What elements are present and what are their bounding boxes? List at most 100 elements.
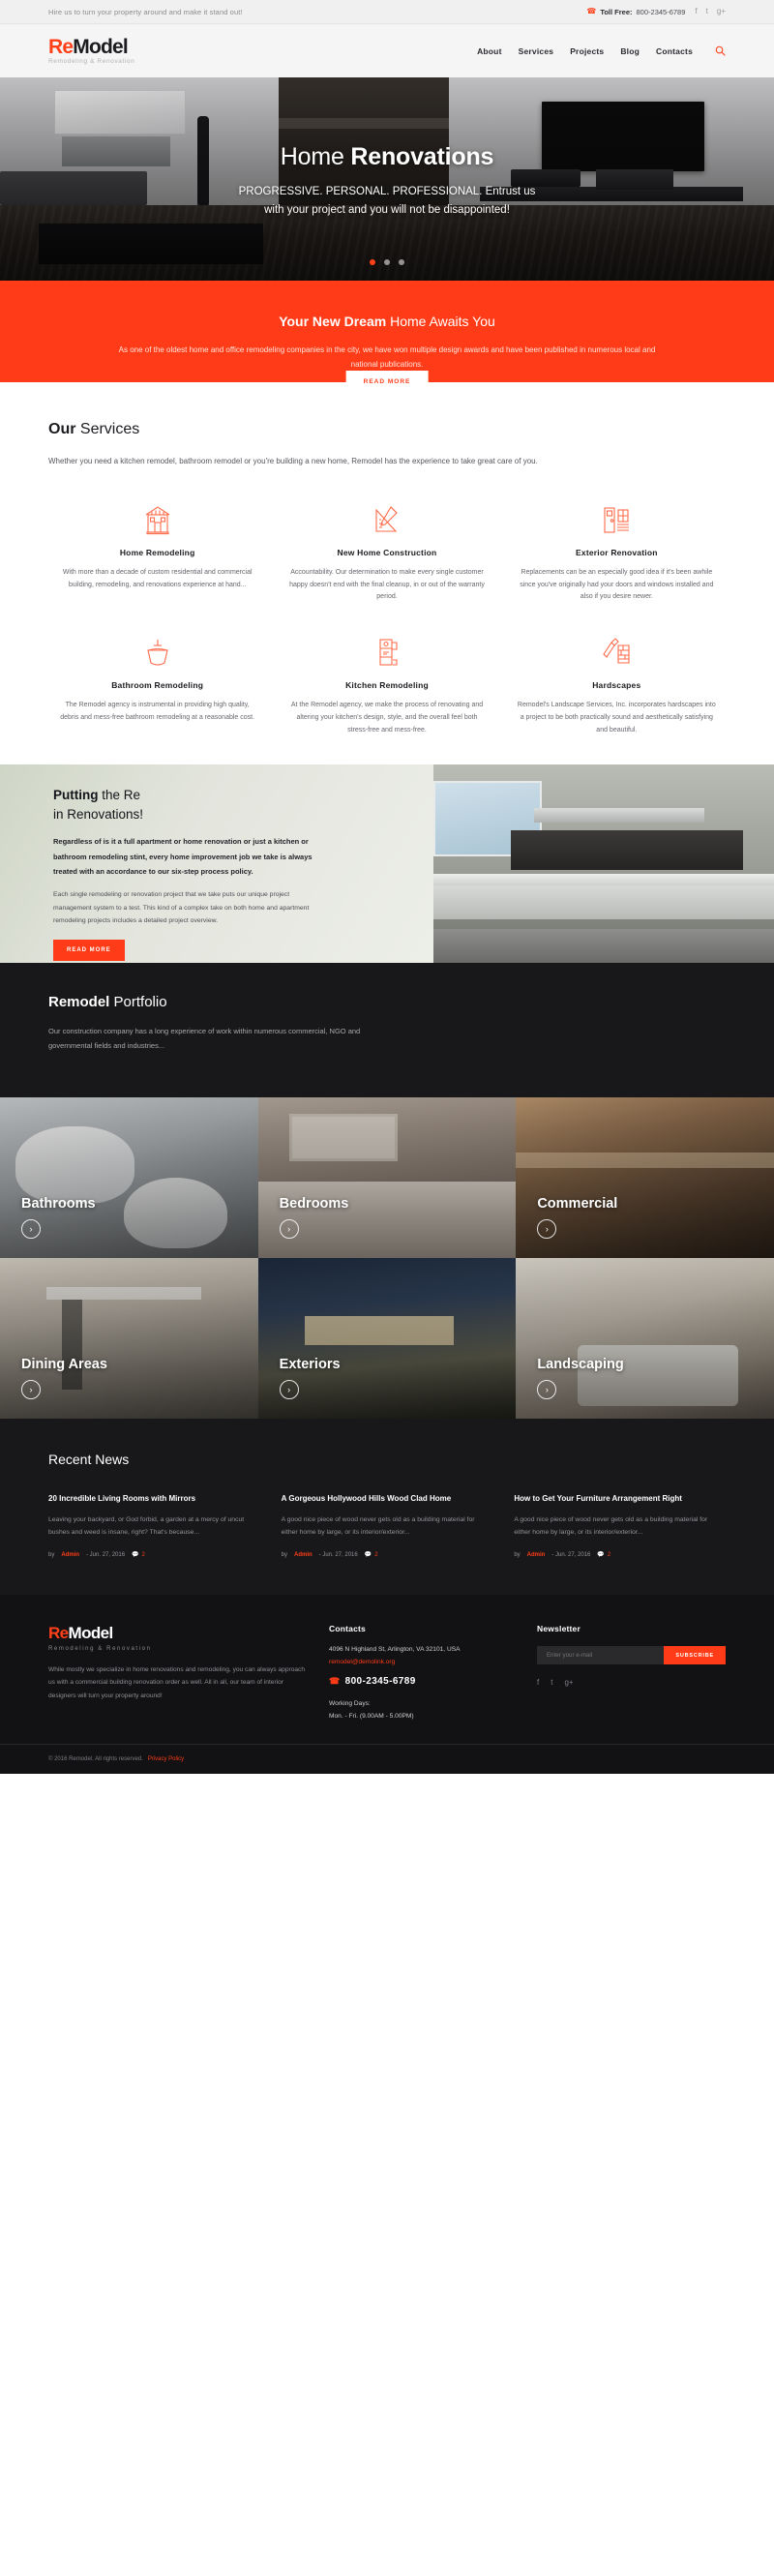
hero-slider: Home Renovations PROGRESSIVE. PERSONAL. …: [0, 77, 774, 281]
hero-dot-3[interactable]: [399, 259, 404, 265]
google-plus-icon[interactable]: g+: [717, 8, 726, 15]
hero-dot-1[interactable]: [370, 259, 375, 265]
portfolio-item-label: Dining Areas: [21, 1357, 107, 1373]
portfolio-item-commercial[interactable]: Commercial ›: [516, 1097, 774, 1259]
cta-read-more-button[interactable]: READ MORE: [345, 371, 429, 393]
services-title-bold: Our: [48, 421, 76, 437]
news-card[interactable]: A Gorgeous Hollywood Hills Wood Clad Hom…: [282, 1492, 493, 1558]
site-footer: ReModel Remodeling & Renovation While mo…: [0, 1595, 774, 1745]
nav-item-services[interactable]: Services: [519, 46, 554, 56]
services-section: Our Services Whether you need a kitchen …: [0, 382, 774, 765]
copyright-text: © 2016 Remodel. All rights reserved.: [48, 1756, 143, 1763]
footer-contacts-column: Contacts 4096 N Highland St, Arlington, …: [329, 1624, 518, 1722]
service-description: The Remodel agency is instrumental in pr…: [60, 702, 255, 722]
hero-subtitle-line-1: PROGRESSIVE. PERSONAL. PROFESSIONAL. Ent…: [238, 186, 536, 197]
services-title: Our Services: [48, 421, 726, 438]
privacy-policy-link[interactable]: Privacy Policy: [148, 1756, 184, 1762]
hero-dot-2[interactable]: [384, 259, 390, 265]
news-date: - Jun. 27, 2016: [551, 1551, 591, 1558]
main-navigation: About Services Projects Blog Contacts: [477, 46, 693, 56]
service-card-kitchen-remodeling[interactable]: Kitchen Remodeling At the Remodel agency…: [278, 633, 495, 737]
news-excerpt: A good nice piece of wood never gets old…: [514, 1516, 708, 1537]
cta-description: As one of the oldest home and office rem…: [118, 345, 656, 369]
twitter-icon[interactable]: t: [706, 8, 708, 15]
portfolio-arrow-icon[interactable]: ›: [279, 1219, 299, 1240]
logo-text: ReModel: [48, 37, 134, 57]
news-heading[interactable]: A Gorgeous Hollywood Hills Wood Clad Hom…: [282, 1492, 493, 1505]
logo-text-main: Model: [73, 35, 128, 58]
nav-item-contacts[interactable]: Contacts: [656, 46, 693, 56]
logo[interactable]: ReModel Remodeling & Renovation: [48, 37, 134, 66]
house-icon: [56, 500, 258, 535]
portfolio-item-bathrooms[interactable]: Bathrooms ›: [0, 1097, 258, 1259]
nav-item-about[interactable]: About: [477, 46, 502, 56]
portfolio-item-bedrooms[interactable]: Bedrooms ›: [257, 1097, 517, 1259]
service-card-bathroom-remodeling[interactable]: Bathroom Remodeling The Remodel agency i…: [48, 633, 266, 737]
google-plus-icon[interactable]: g+: [564, 1678, 573, 1687]
ruler-pencil-icon: [285, 500, 488, 535]
news-by-label: by: [281, 1551, 287, 1558]
phone-icon: ☎: [329, 1676, 341, 1687]
facebook-icon[interactable]: f: [695, 8, 697, 15]
hero-title-bold: Renovations: [350, 143, 494, 170]
news-heading[interactable]: How to Get Your Furniture Arrangement Ri…: [514, 1492, 726, 1505]
news-comment-count: 2: [374, 1551, 378, 1558]
service-card-new-home-construction[interactable]: New Home Construction Accountability. Ou…: [278, 500, 495, 605]
footer-phone[interactable]: ☎ 800-2345-6789: [329, 1676, 518, 1687]
news-by-label: by: [514, 1551, 521, 1558]
portfolio-arrow-icon[interactable]: ›: [279, 1380, 299, 1400]
service-card-home-remodeling[interactable]: Home Remodeling With more than a decade …: [48, 500, 266, 605]
hero-subtitle: PROGRESSIVE. PERSONAL. PROFESSIONAL. Ent…: [0, 183, 774, 220]
about-title: Putting the Re in Renovations!: [53, 786, 319, 824]
cta-title-bold: Your New Dream: [279, 314, 387, 329]
toll-free-number: 800-2345-6789: [636, 7, 686, 16]
news-heading[interactable]: 20 Incredible Living Rooms with Mirrors: [48, 1492, 260, 1505]
news-comments[interactable]: 💬 2: [132, 1551, 145, 1559]
footer-brand-column: ReModel Remodeling & Renovation While mo…: [48, 1624, 310, 1722]
portfolio-item-label: Commercial: [537, 1196, 618, 1213]
service-card-hardscapes[interactable]: Hardscapes Remodel's Landscape Services,…: [508, 633, 726, 737]
facebook-icon[interactable]: f: [537, 1678, 539, 1687]
newsletter-form: SUBSCRIBE: [537, 1646, 726, 1665]
toll-free-contact[interactable]: ☎ Toll Free: 800-2345-6789: [586, 8, 685, 16]
comment-icon: 💬: [132, 1552, 139, 1559]
footer-logo[interactable]: ReModel: [48, 1624, 310, 1643]
news-author[interactable]: Admin: [61, 1552, 79, 1558]
newsletter-subscribe-button[interactable]: SUBSCRIBE: [664, 1646, 726, 1665]
portfolio-grid: Bathrooms › Bedrooms › Commercial › Dini…: [0, 1097, 774, 1420]
news-meta: by Admin - Jun. 27, 2016 💬 2: [514, 1551, 726, 1559]
news-comments[interactable]: 💬 2: [597, 1551, 610, 1559]
portfolio-item-landscaping[interactable]: Landscaping ›: [516, 1258, 774, 1420]
nav-item-blog[interactable]: Blog: [620, 46, 640, 56]
portfolio-item-label: Bathrooms: [21, 1196, 96, 1213]
footer-working-days-label: Working Days:: [329, 1700, 371, 1708]
toll-free-label: Toll Free:: [600, 7, 633, 16]
news-comments[interactable]: 💬 2: [364, 1551, 378, 1559]
hero-title-light: Home: [280, 143, 344, 170]
news-title: Recent News: [48, 1452, 130, 1468]
nav-item-projects[interactable]: Projects: [570, 46, 604, 56]
service-card-exterior-renovation[interactable]: Exterior Renovation Replacements can be …: [508, 500, 726, 605]
comment-icon: 💬: [364, 1552, 372, 1559]
phone-icon: ☎: [586, 7, 597, 15]
footer-email-link[interactable]: remodel@demolink.org: [329, 1659, 518, 1665]
news-author[interactable]: Admin: [527, 1552, 546, 1558]
twitter-icon[interactable]: t: [551, 1678, 552, 1687]
service-name: Bathroom Remodeling: [111, 680, 204, 691]
service-description: With more than a decade of custom reside…: [62, 568, 253, 588]
news-author[interactable]: Admin: [294, 1552, 313, 1558]
door-window-icon: [516, 500, 718, 535]
site-header: ReModel Remodeling & Renovation About Se…: [0, 24, 774, 77]
news-card[interactable]: 20 Incredible Living Rooms with Mirrors …: [48, 1492, 260, 1558]
footer-phone-number: 800-2345-6789: [344, 1676, 416, 1688]
portfolio-item-dining-areas[interactable]: Dining Areas ›: [0, 1258, 258, 1420]
portfolio-item-exteriors[interactable]: Exteriors ›: [257, 1258, 517, 1420]
about-read-more-button[interactable]: READ MORE: [53, 940, 125, 962]
news-card[interactable]: How to Get Your Furniture Arrangement Ri…: [514, 1492, 726, 1558]
search-icon[interactable]: [714, 45, 726, 57]
newsletter-email-input[interactable]: [537, 1646, 665, 1665]
service-description: At the Remodel agency, we make the proce…: [290, 702, 484, 734]
footer-social-links: f t g+: [537, 1678, 726, 1687]
cta-banner: Your New Dream Home Awaits You As one of…: [0, 281, 774, 393]
copyright-bar: © 2016 Remodel. All rights reserved. Pri…: [0, 1744, 774, 1775]
